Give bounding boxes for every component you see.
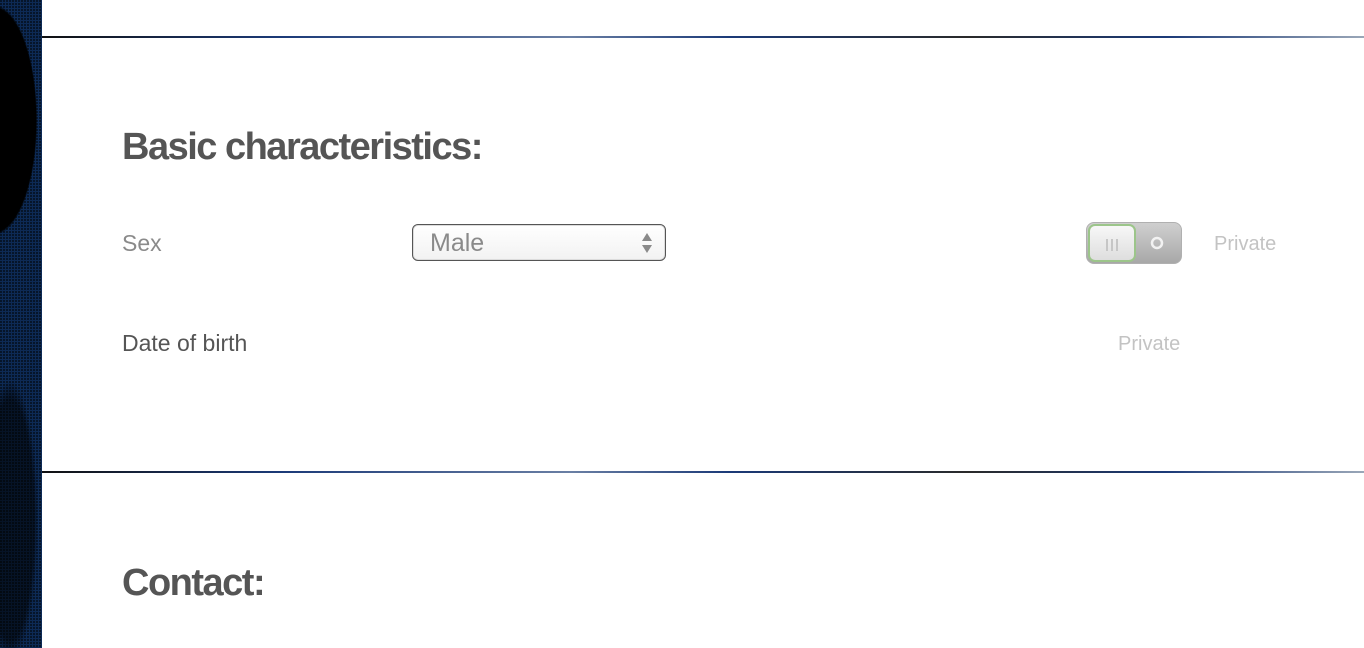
section-heading-basic-characteristics: Basic characteristics: bbox=[122, 126, 483, 168]
sex-private-label: Private bbox=[1214, 233, 1277, 255]
section-heading-contact: Contact: bbox=[122, 562, 266, 604]
sex-select[interactable]: Male bbox=[412, 224, 666, 261]
section-divider-middle bbox=[42, 471, 1364, 473]
section-divider-top bbox=[42, 36, 1364, 38]
sex-select-value: Male bbox=[430, 229, 485, 257]
date-of-birth-private-label: Private bbox=[1118, 333, 1181, 355]
sex-label: Sex bbox=[122, 230, 162, 256]
sex-private-toggle[interactable] bbox=[1086, 222, 1182, 264]
circle-icon bbox=[1150, 236, 1164, 250]
date-of-birth-label: Date of birth bbox=[122, 330, 248, 356]
grip-lines-icon bbox=[1106, 239, 1118, 251]
toggle-knob[interactable] bbox=[1088, 224, 1136, 262]
up-down-arrows-icon bbox=[642, 233, 652, 253]
profile-form-panel: Basic characteristics: Sex Male Private … bbox=[42, 0, 1364, 648]
side-background-strip bbox=[0, 0, 42, 648]
